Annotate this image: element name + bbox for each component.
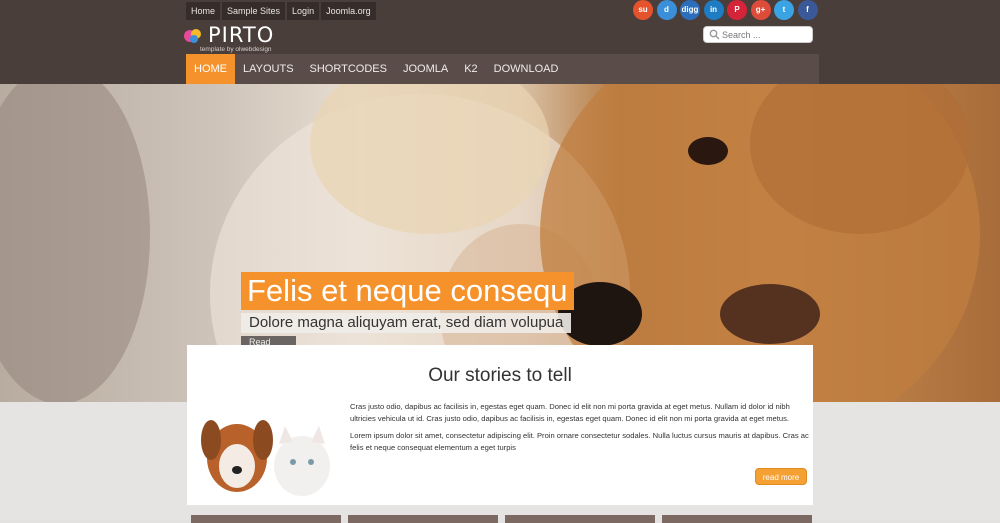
stories-panel: Our stories to tell Cras justo odio, dap…	[187, 345, 813, 505]
nav-joomla[interactable]: JOOMLA	[395, 54, 456, 84]
nav-download[interactable]: DOWNLOAD	[486, 54, 567, 84]
story-paragraph-1: Cras justo odio, dapibus ac facilisis in…	[350, 402, 790, 423]
section-title: Our stories to tell	[428, 365, 572, 386]
digg-icon[interactable]: digg	[680, 0, 700, 20]
pinterest-icon[interactable]: P	[727, 0, 747, 20]
thumbnail-3[interactable]	[505, 515, 655, 523]
site-header: Home Sample Sites Login Joomla.org PIRTO…	[0, 0, 1000, 84]
top-menu-login[interactable]: Login	[287, 2, 320, 20]
stumbleupon-icon[interactable]: su	[633, 0, 653, 20]
nav-k2[interactable]: K2	[456, 54, 485, 84]
logo-name: PIRTO	[208, 23, 275, 47]
thumbnail-4[interactable]	[662, 515, 812, 523]
nav-home[interactable]: HOME	[186, 54, 235, 84]
thumbnail-strip	[191, 515, 812, 523]
googleplus-icon[interactable]: g+	[750, 0, 771, 20]
search-box	[703, 26, 813, 43]
top-menu-home[interactable]: Home	[186, 2, 221, 20]
logo-mark-icon	[184, 29, 201, 43]
thumbnail-1[interactable]	[191, 515, 341, 523]
search-input[interactable]	[722, 28, 808, 41]
site-logo[interactable]: PIRTO template by olwebdesign	[182, 24, 302, 56]
story-paragraph-2: Lorem ipsum dolor sit amet, consectetur …	[350, 431, 809, 452]
read-more-button[interactable]: read more	[755, 468, 807, 485]
nav-layouts[interactable]: LAYOUTS	[235, 54, 302, 84]
slide-title: Felis et neque consequ	[241, 272, 574, 310]
top-menu-sample-sites[interactable]: Sample Sites	[222, 2, 286, 20]
twitter-icon[interactable]: t	[774, 0, 794, 20]
logo-tagline: template by olwebdesign	[200, 46, 272, 53]
top-menu-joomla-org[interactable]: Joomla.org	[321, 2, 376, 20]
search-icon	[709, 29, 720, 40]
delicious-icon[interactable]: d	[656, 0, 677, 20]
top-menu: Home Sample Sites Login Joomla.org	[186, 2, 376, 20]
slide-subtitle: Dolore magna aliquyam erat, sed diam vol…	[241, 313, 572, 333]
nav-shortcodes[interactable]: SHORTCODES	[302, 54, 395, 84]
facebook-icon[interactable]: f	[797, 0, 818, 20]
main-nav: HOME LAYOUTS SHORTCODES JOOMLA K2 DOWNLO…	[186, 54, 819, 84]
social-links: su d digg in Pg+ t f	[633, 0, 818, 20]
linkedin-icon[interactable]: in	[703, 0, 724, 20]
thumbnail-2[interactable]	[348, 515, 498, 523]
pets-image	[201, 420, 330, 496]
